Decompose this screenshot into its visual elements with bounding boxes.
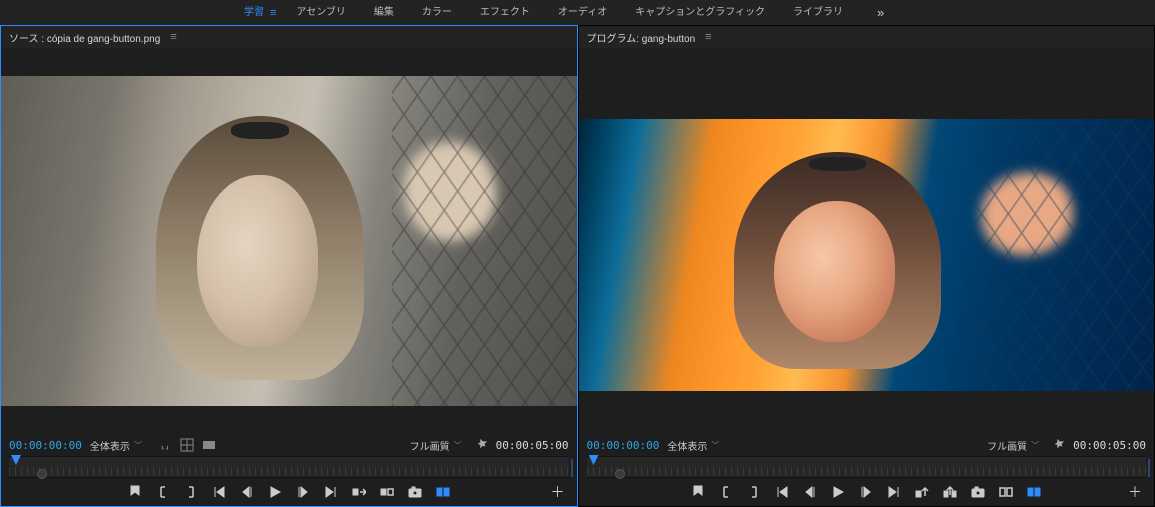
tab-libraries[interactable]: ライブラリ	[779, 0, 857, 25]
source-panel-title: ソース : cópia de gang-button.png	[9, 30, 160, 45]
comparison-view-button[interactable]	[998, 484, 1014, 500]
source-quality-dropdown[interactable]: フル画質 ﹀	[410, 438, 462, 453]
button-editor-add[interactable]: ＋	[551, 482, 565, 502]
source-video-viewport[interactable]	[1, 48, 577, 434]
program-monitor-panel: プログラム: gang-button ≡ 00:00:00:00 全体表示 ﹀ …	[578, 25, 1155, 507]
filmstrip-icon[interactable]	[202, 438, 216, 452]
step-back-button[interactable]	[802, 484, 818, 500]
overflow-chevrons-icon[interactable]: »	[877, 5, 884, 20]
mark-out-button[interactable]	[746, 484, 762, 500]
workspace-tabs: 学習 ≡ アセンブリ 編集 カラー エフェクト オーディオ キャプションとグラフ…	[0, 0, 1155, 25]
settings-wrench-icon[interactable]	[476, 438, 488, 453]
source-duration-timecode[interactable]: 00:00:05:00	[496, 439, 569, 452]
program-playhead-timecode[interactable]: 00:00:00:00	[587, 439, 660, 452]
export-frame-button[interactable]	[407, 484, 423, 500]
program-out-marker[interactable]	[1148, 459, 1150, 477]
tab-effects[interactable]: エフェクト	[466, 0, 544, 25]
add-marker-button[interactable]	[127, 484, 143, 500]
settings-wrench-icon[interactable]	[1053, 438, 1065, 453]
program-video-frame	[579, 119, 1155, 391]
source-transport-controls: ＋	[1, 478, 577, 506]
source-time-ruler[interactable]	[9, 456, 569, 478]
export-frame-button[interactable]	[970, 484, 986, 500]
source-monitor-panel: ソース : cópia de gang-button.png ≡ 00:00:0…	[0, 25, 578, 507]
go-to-out-button[interactable]	[886, 484, 902, 500]
program-transport-controls: ＋	[579, 478, 1155, 506]
bracket-icon[interactable]: ⸤⸥	[158, 438, 172, 452]
program-duration-timecode[interactable]: 00:00:05:00	[1073, 439, 1146, 452]
panel-menu-icon[interactable]: ≡	[705, 31, 711, 43]
source-video-frame	[1, 76, 577, 406]
play-button[interactable]	[830, 484, 846, 500]
play-button[interactable]	[267, 484, 283, 500]
program-time-ruler[interactable]	[587, 456, 1147, 478]
grid-icon[interactable]	[180, 438, 194, 452]
toggle-proxies-button[interactable]	[1026, 484, 1042, 500]
program-panel-title: プログラム: gang-button	[587, 30, 696, 45]
tab-editing[interactable]: 編集	[360, 0, 408, 25]
tab-assembly[interactable]: アセンブリ	[282, 0, 360, 25]
source-playhead[interactable]	[11, 455, 21, 465]
program-quality-dropdown[interactable]: フル画質 ﹀	[987, 438, 1039, 453]
mark-in-button[interactable]	[718, 484, 734, 500]
extract-button[interactable]	[942, 484, 958, 500]
program-playhead[interactable]	[589, 455, 599, 465]
insert-button[interactable]	[351, 484, 367, 500]
button-editor-add[interactable]: ＋	[1128, 482, 1142, 502]
mark-in-button[interactable]	[155, 484, 171, 500]
program-zoom-dropdown[interactable]: 全体表示 ﹀	[667, 438, 719, 453]
lift-button[interactable]	[914, 484, 930, 500]
tab-captions[interactable]: キャプションとグラフィック	[621, 0, 779, 25]
add-marker-button[interactable]	[690, 484, 706, 500]
source-zoom-dropdown[interactable]: 全体表示 ﹀	[90, 438, 142, 453]
tab-color[interactable]: カラー	[408, 0, 466, 25]
program-video-viewport[interactable]	[579, 48, 1155, 434]
comparison-view-button[interactable]	[435, 484, 451, 500]
overwrite-button[interactable]	[379, 484, 395, 500]
program-panel-header[interactable]: プログラム: gang-button ≡	[579, 26, 1155, 48]
step-back-button[interactable]	[239, 484, 255, 500]
source-playhead-timecode[interactable]: 00:00:00:00	[9, 439, 82, 452]
source-out-marker[interactable]	[571, 459, 573, 477]
tab-menu-icon[interactable]: ≡	[270, 7, 276, 19]
go-to-out-button[interactable]	[323, 484, 339, 500]
source-info-row: 00:00:00:00 全体表示 ﹀ ⸤⸥ フル画質 ﹀ 00:00:05:00	[1, 434, 577, 456]
step-forward-button[interactable]	[295, 484, 311, 500]
go-to-in-button[interactable]	[774, 484, 790, 500]
source-panel-header[interactable]: ソース : cópia de gang-button.png ≡	[1, 26, 577, 48]
tab-audio[interactable]: オーディオ	[544, 0, 621, 25]
panel-menu-icon[interactable]: ≡	[170, 31, 176, 43]
go-to-in-button[interactable]	[211, 484, 227, 500]
mark-out-button[interactable]	[183, 484, 199, 500]
program-info-row: 00:00:00:00 全体表示 ﹀ フル画質 ﹀ 00:00:05:00	[579, 434, 1155, 456]
step-forward-button[interactable]	[858, 484, 874, 500]
